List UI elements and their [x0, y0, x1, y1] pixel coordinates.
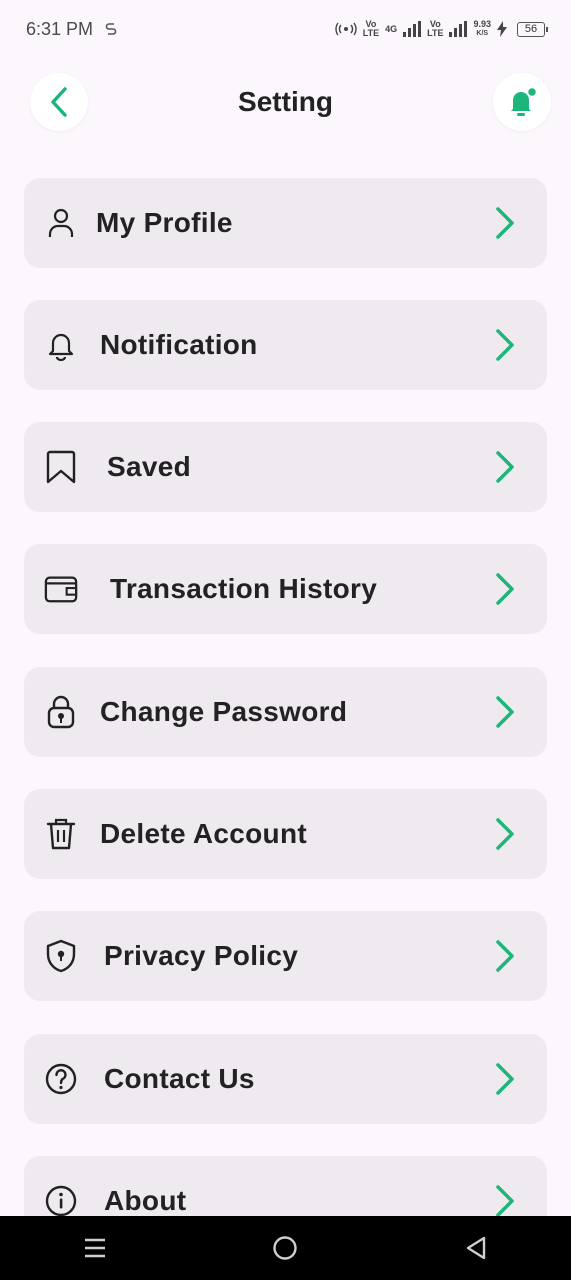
question-icon — [44, 1062, 78, 1096]
network-speed: 9.93 K/S — [473, 19, 491, 38]
menu-item-label: Transaction History — [110, 573, 378, 604]
bell-outline-icon — [44, 328, 78, 362]
menu-icon — [85, 1238, 106, 1258]
menu-item-label: Change Password — [100, 696, 348, 727]
chevron-right-icon — [496, 207, 514, 239]
menu-item-label: My Profile — [96, 207, 233, 238]
chevron-right-icon — [496, 451, 514, 483]
menu-item-label: Privacy Policy — [104, 940, 299, 971]
battery-icon: 56 — [517, 21, 548, 37]
menu-item-label: Notification — [100, 329, 258, 360]
charging-icon — [497, 21, 507, 37]
recent-apps-button[interactable] — [65, 1223, 125, 1273]
menu-item-saved[interactable]: Saved — [24, 422, 547, 512]
menu-item-transaction-history[interactable]: Transaction History — [24, 544, 547, 634]
back-triangle-icon — [466, 1236, 486, 1260]
status-right: Vo LTE 4G Vo LTE 9.93 K/S 56 — [335, 19, 548, 38]
page-title: Setting — [238, 86, 333, 117]
chevron-right-icon — [496, 696, 514, 728]
menu-item-label: About — [104, 1185, 187, 1216]
status-bar: 6:31 PM Vo LTE 4G Vo LTE 9.93 K/S 56 — [0, 0, 571, 58]
chevron-right-icon — [496, 940, 514, 972]
menu-item-delete-account[interactable]: Delete Account — [24, 789, 547, 879]
menu-item-label: Contact Us — [104, 1063, 255, 1094]
signal-bars-icon-1 — [403, 21, 422, 37]
menu-item-change-password[interactable]: Change Password — [24, 667, 547, 757]
network-4g-indicator: 4G — [385, 23, 398, 34]
wallet-icon — [44, 572, 78, 606]
info-icon — [44, 1184, 78, 1218]
back-nav-button[interactable] — [446, 1223, 506, 1273]
battery-level: 56 — [524, 23, 538, 35]
status-time: 6:31 PM — [26, 18, 94, 39]
home-icon — [273, 1236, 298, 1260]
menu-item-label: Saved — [107, 451, 191, 482]
signal-bars-icon-2 — [449, 21, 468, 37]
system-navigation-bar — [0, 1216, 571, 1280]
chevron-right-icon — [496, 573, 514, 605]
chevron-right-icon — [496, 1063, 514, 1095]
trash-icon — [44, 817, 78, 851]
menu-item-notification[interactable]: Notification — [24, 300, 547, 390]
volte-indicator-1: Vo LTE — [362, 19, 380, 38]
status-left: 6:31 PM — [26, 19, 117, 40]
app-header: Setting — [0, 72, 571, 134]
chevron-right-icon — [496, 329, 514, 361]
sync-icon — [105, 23, 117, 35]
user-icon — [44, 206, 78, 240]
volte-indicator-2: Vo LTE — [427, 19, 444, 38]
menu-item-privacy-policy[interactable]: Privacy Policy — [24, 911, 547, 1001]
hotspot-icon — [335, 22, 357, 36]
menu-item-my-profile[interactable]: My Profile — [24, 178, 547, 268]
chevron-right-icon — [496, 818, 514, 850]
shield-icon — [44, 939, 78, 973]
menu-item-label: Delete Account — [100, 818, 307, 849]
bell-icon — [511, 86, 538, 116]
bookmark-icon — [44, 450, 78, 484]
menu-item-contact-us[interactable]: Contact Us — [24, 1034, 547, 1124]
home-button[interactable] — [255, 1223, 315, 1273]
lock-icon — [44, 695, 78, 729]
notification-button[interactable] — [493, 73, 551, 131]
chevron-right-icon — [496, 1185, 514, 1217]
